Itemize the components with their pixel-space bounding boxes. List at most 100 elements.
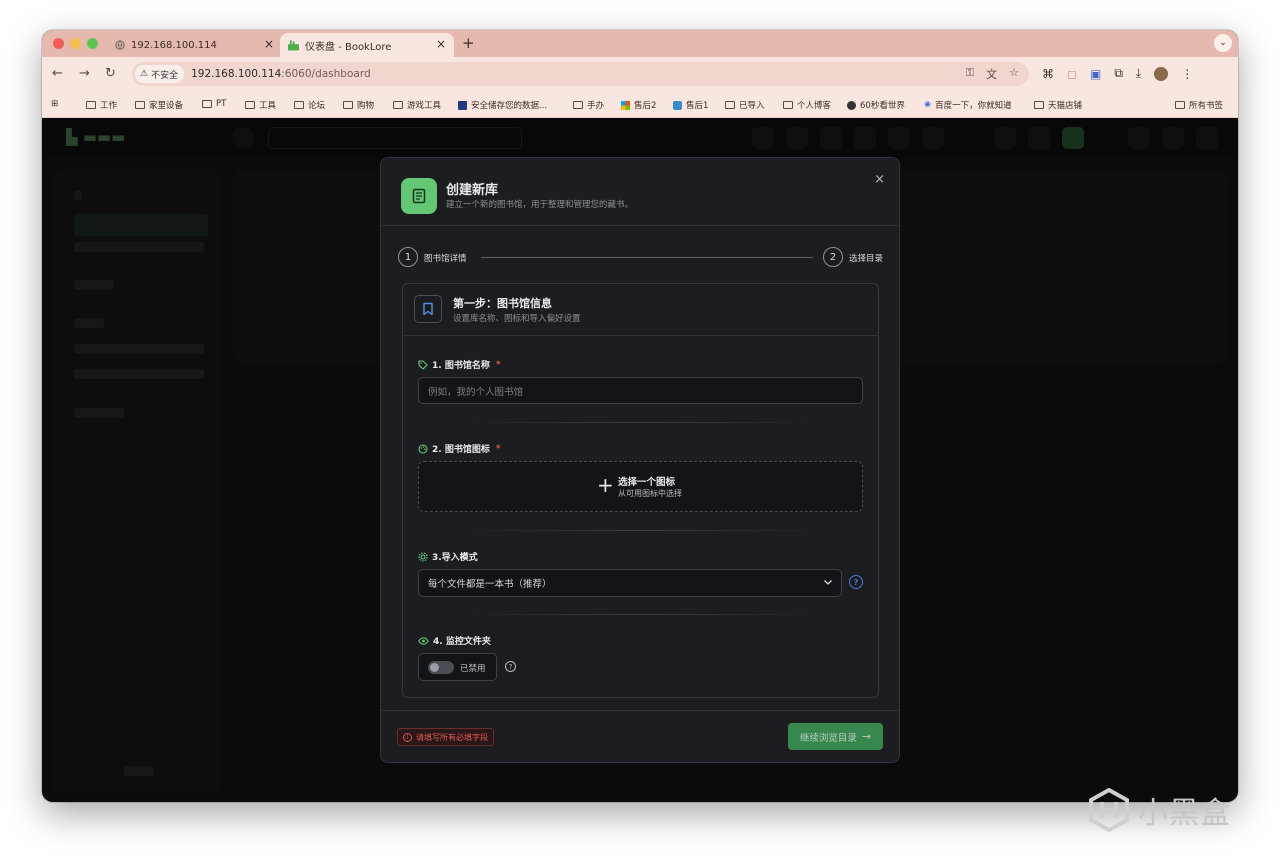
bookmark-label: 售后2 (634, 101, 657, 111)
bookmark-item[interactable]: 已导入 (725, 99, 765, 111)
apps-grid-icon[interactable]: ⊞ (51, 99, 58, 109)
import-help-icon[interactable]: ? (849, 575, 863, 589)
folder-icon (245, 101, 255, 109)
tab-bar: 192.168.100.114 × 仪表盘 - BookLore × + ⌄ (42, 30, 1238, 57)
icon-picker-title: 选择一个图标 (618, 477, 676, 488)
bookmark-item[interactable]: 购物 (343, 99, 374, 111)
insecure-label: 不安全 (151, 70, 179, 81)
divider (463, 422, 820, 423)
tab-search-button[interactable]: ⌄ (1214, 34, 1232, 52)
back-icon[interactable]: ← (52, 66, 63, 81)
extension-icon[interactable]: ◻ (1067, 67, 1077, 81)
bookmark-item[interactable]: 游戏工具 (393, 99, 441, 111)
warning-icon: ⚠ (140, 69, 149, 79)
bookmark-label: 售后1 (686, 101, 709, 111)
xiaoheihe-logo-icon (1089, 788, 1129, 832)
bookmark-label: 所有书签 (1189, 101, 1224, 111)
icon-picker-button[interactable]: + 选择一个图标 从可用图标中选择 (418, 461, 863, 512)
minimize-window-button[interactable] (70, 38, 81, 49)
puzzle-icon[interactable]: ⧉ (1114, 66, 1123, 81)
import-mode-value: 每个文件都是一本书（推荐） (428, 579, 552, 590)
bookmark-label: PT (216, 99, 227, 109)
step-2-number[interactable]: 2 (823, 247, 843, 267)
bookmark-label: 论坛 (308, 101, 326, 111)
tab-close-icon[interactable]: × (436, 37, 446, 51)
zoom-window-button[interactable] (87, 38, 98, 49)
bookmark-item[interactable]: 工作 (86, 99, 117, 111)
bookmark-star-icon[interactable]: ☆ (1009, 66, 1019, 82)
bookmark-item[interactable]: 论坛 (294, 99, 325, 111)
library-info-card: 第一步：图书馆信息 设置库名称、图标和导入偏好设置 1. 图书馆名称 * 例如，… (402, 283, 879, 698)
bookmark-item[interactable]: 60秒看世界 (847, 99, 905, 111)
stepper: 1 图书馆详情 2 选择目录 (398, 247, 886, 269)
folder-icon (1034, 101, 1044, 109)
bookmark-item[interactable]: 售后2 (621, 99, 656, 111)
password-key-icon[interactable]: ⚿ (966, 66, 974, 82)
continue-label: 继续浏览目录 (799, 732, 857, 744)
bookmark-label: 天猫店铺 (1048, 101, 1083, 111)
folder-icon (135, 101, 145, 109)
step-1-number[interactable]: 1 (398, 247, 418, 267)
folder-icon (783, 101, 793, 109)
security-indicator[interactable]: ⚠ 不安全 (135, 65, 185, 83)
dialog-header: 创建新库 建立一个新的图书馆，用于整理和管理您的藏书。 × (381, 158, 899, 226)
url-host: 192.168.100.114 (191, 68, 282, 80)
close-icon[interactable]: × (874, 172, 885, 187)
bookmark-item[interactable]: 安全储存您的数据... (458, 99, 547, 111)
bookmark-label: 游戏工具 (407, 101, 442, 111)
bookmark-icon (414, 295, 442, 323)
new-tab-button[interactable]: + (462, 34, 475, 52)
url-path: :6060/dashboard (281, 68, 371, 80)
menu-kebab-icon[interactable]: ⋮ (1181, 67, 1193, 81)
toggle-switch[interactable] (428, 661, 454, 674)
extensions-area: ⌘ ◻ ▣ ⧉ ⤓ ⋮ (1042, 66, 1193, 81)
xiaoheihe-watermark: 小黑盒 (1088, 788, 1231, 832)
address-bar[interactable]: ⚠ 不安全 192.168.100.114:6060/dashboard ⚿ 文… (132, 62, 1029, 86)
extension-icon[interactable]: ▣ (1090, 67, 1101, 81)
arrow-right-icon: → (861, 730, 872, 743)
url-text[interactable]: 192.168.100.114:6060/dashboard (191, 68, 371, 80)
tab-close-icon[interactable]: × (264, 37, 274, 51)
folder-icon (1175, 101, 1185, 109)
gear-icon (418, 551, 428, 562)
watermark-text: 小黑盒 (1138, 796, 1231, 831)
avatar[interactable] (1154, 66, 1169, 81)
window-controls (53, 38, 98, 49)
import-mode-select[interactable]: 每个文件都是一本书（推荐） (418, 569, 842, 597)
close-window-button[interactable] (53, 38, 64, 49)
create-library-dialog: 创建新库 建立一个新的图书馆，用于整理和管理您的藏书。 × 1 图书馆详情 2 … (380, 157, 900, 763)
divider (463, 530, 820, 531)
bookmarks-bar: ⊞ 工作 家里设备 PT 工具 论坛 购物 游戏工具 安全储存您的数据... 手… (42, 92, 1238, 118)
watch-label-text: 4. 监控文件夹 (433, 637, 491, 647)
continue-button[interactable]: 继续浏览目录 → (788, 723, 883, 750)
card-header: 第一步：图书馆信息 设置库名称、图标和导入偏好设置 (403, 284, 878, 336)
name-field-label: 1. 图书馆名称 * (418, 358, 501, 371)
tab-booklore[interactable]: 仪表盘 - BookLore × (280, 33, 454, 57)
library-book-icon (401, 178, 437, 214)
translate-icon[interactable]: 文 (986, 66, 997, 82)
bookmark-item[interactable]: 天猫店铺 (1034, 99, 1082, 111)
bookmark-item[interactable]: 手办 (573, 99, 604, 111)
all-bookmarks[interactable]: 所有书签 (1175, 99, 1223, 111)
windows-logo-icon (621, 100, 630, 110)
bookmark-item[interactable]: ❀ 百度一下，你就知道 (924, 99, 1012, 111)
extension-icon[interactable]: ⌘ (1042, 67, 1054, 81)
bookmark-item[interactable]: 个人博客 (783, 99, 831, 111)
tab-title: 仪表盘 - BookLore (305, 41, 392, 53)
bookmark-label: 家里设备 (149, 101, 184, 111)
reload-icon[interactable]: ↻ (105, 66, 116, 81)
bookmark-item[interactable]: 售后1 (673, 99, 708, 111)
watch-folder-toggle[interactable]: 已禁用 (418, 653, 497, 681)
watch-help-icon[interactable]: ? (505, 661, 516, 672)
forward-icon[interactable]: → (79, 66, 90, 81)
baidu-paw-icon: ❀ (924, 100, 932, 110)
palette-icon (418, 443, 428, 454)
bookmark-item[interactable]: 家里设备 (135, 99, 183, 111)
tab-ip[interactable]: 192.168.100.114 × (106, 33, 282, 57)
library-name-input[interactable]: 例如，我的个人图书馆 (418, 377, 863, 404)
download-icon[interactable]: ⤓ (1136, 66, 1141, 81)
bookmark-item[interactable]: 工具 (245, 99, 276, 111)
bookmark-item[interactable]: PT (202, 99, 226, 109)
bookmark-label: 购物 (357, 101, 375, 111)
tag-icon (418, 359, 428, 370)
